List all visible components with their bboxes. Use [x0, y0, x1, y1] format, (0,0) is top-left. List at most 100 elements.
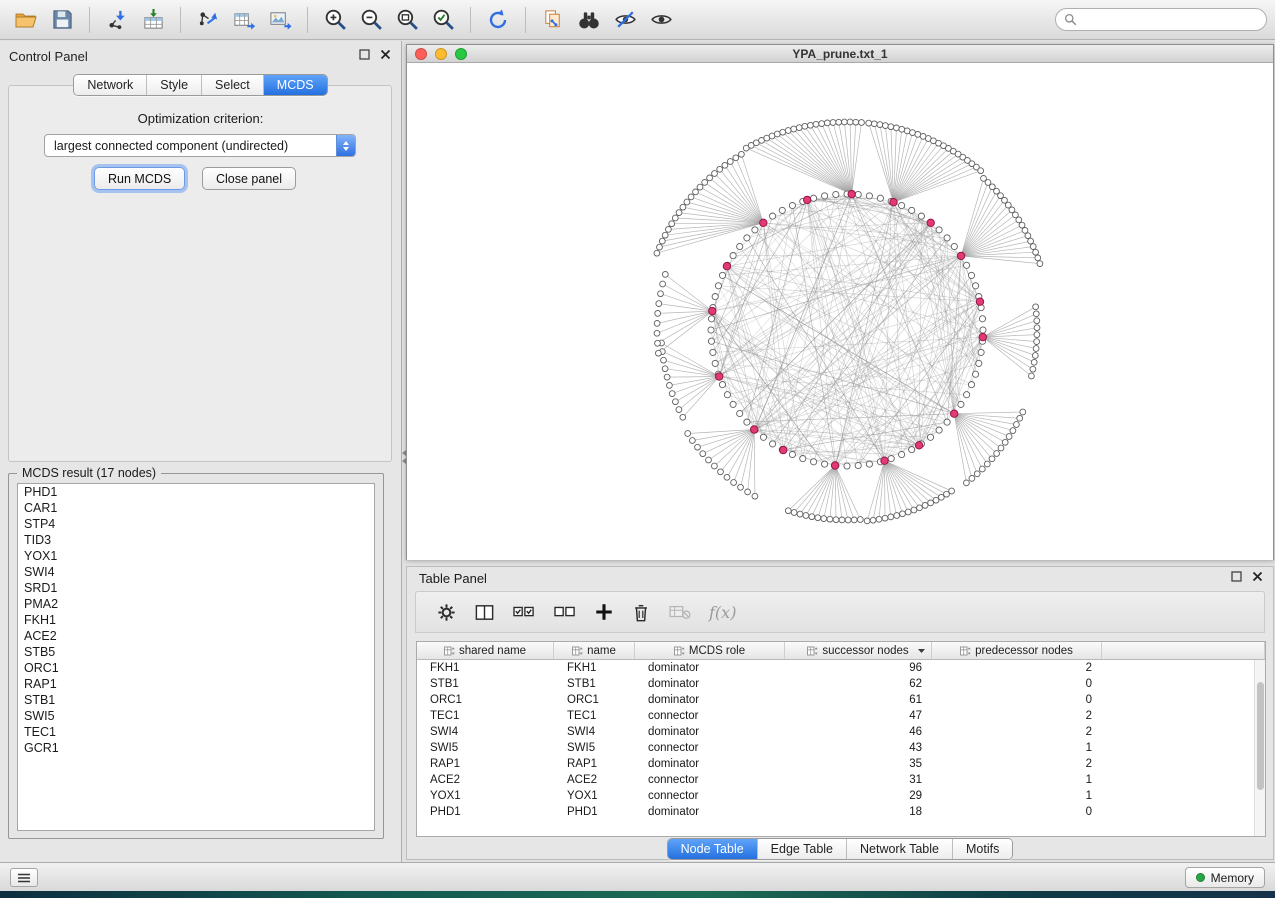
show-all-button[interactable] [643, 4, 679, 36]
list-item[interactable]: ORC1 [18, 660, 374, 676]
zoom-selected-button[interactable] [425, 4, 461, 36]
tab-network-table[interactable]: Network Table [846, 839, 952, 859]
tab-select[interactable]: Select [201, 75, 263, 95]
table-row[interactable]: RAP1RAP1dominator352 [417, 756, 1265, 772]
table-row[interactable]: SWI4SWI4dominator462 [417, 724, 1265, 740]
tab-mcds[interactable]: MCDS [263, 75, 327, 95]
hide-selected-button[interactable] [607, 4, 643, 36]
list-item[interactable]: CAR1 [18, 500, 374, 516]
list-item[interactable]: TEC1 [18, 724, 374, 740]
table-cell: 2 [932, 756, 1102, 772]
find-button[interactable] [571, 4, 607, 36]
list-item[interactable]: SWI5 [18, 708, 374, 724]
table-row[interactable]: ACE2ACE2connector311 [417, 772, 1265, 788]
list-item[interactable]: PMA2 [18, 596, 374, 612]
table-row[interactable]: SWI5SWI5connector431 [417, 740, 1265, 756]
table-cell: SWI5 [417, 740, 554, 756]
list-item[interactable]: STB5 [18, 644, 374, 660]
node-table: shared namenameMCDS rolesuccessor nodesp… [416, 641, 1266, 837]
show-columns-icon[interactable] [474, 602, 495, 623]
zoom-fit-button[interactable] [389, 4, 425, 36]
column-header-name[interactable]: name [554, 642, 635, 659]
list-item[interactable]: RAP1 [18, 676, 374, 692]
criterion-dropdown[interactable]: largest connected component (undirected) [44, 134, 356, 157]
column-sort-icon [444, 645, 455, 657]
list-item[interactable]: STB1 [18, 692, 374, 708]
status-menu-button[interactable] [10, 868, 38, 887]
create-column-plus-icon[interactable] [594, 602, 614, 622]
list-item[interactable]: STP4 [18, 516, 374, 532]
open-folder-icon [14, 8, 38, 32]
float-panel-icon[interactable] [1231, 571, 1242, 582]
window-close-icon[interactable] [415, 48, 427, 60]
tab-edge-table[interactable]: Edge Table [757, 839, 846, 859]
criterion-dropdown-value: largest connected component (undirected) [45, 139, 336, 153]
table-row[interactable]: ORC1ORC1dominator610 [417, 692, 1265, 708]
table-row[interactable]: PHD1PHD1dominator180 [417, 804, 1265, 820]
list-item[interactable]: FKH1 [18, 612, 374, 628]
zoom-in-button[interactable] [317, 4, 353, 36]
list-item[interactable]: YOX1 [18, 548, 374, 564]
list-item[interactable]: SWI4 [18, 564, 374, 580]
refresh-button[interactable] [480, 4, 516, 36]
delete-column-trash-icon[interactable] [631, 602, 651, 623]
zoom-out-button[interactable] [353, 4, 389, 36]
list-item[interactable]: SRD1 [18, 580, 374, 596]
table-cell: 31 [785, 772, 932, 788]
column-header-shared-name[interactable]: shared name [417, 642, 554, 659]
binoculars-icon [576, 7, 602, 33]
table-cell: 61 [785, 692, 932, 708]
table-options-gear-icon[interactable] [436, 602, 457, 623]
column-sort-icon [960, 645, 971, 657]
table-row[interactable]: YOX1YOX1connector291 [417, 788, 1265, 804]
column-header-predecessor-nodes[interactable]: predecessor nodes [932, 642, 1102, 659]
table-row[interactable]: FKH1FKH1dominator962 [417, 660, 1265, 676]
search-field[interactable] [1055, 8, 1267, 31]
save-session-button[interactable] [44, 4, 80, 36]
tab-style[interactable]: Style [146, 75, 201, 95]
export-network-button[interactable] [190, 4, 226, 36]
node-table-header: shared namenameMCDS rolesuccessor nodesp… [417, 642, 1265, 660]
network-graph-svg[interactable] [407, 64, 1273, 560]
eye-slash-icon [613, 7, 638, 32]
open-session-button[interactable] [8, 4, 44, 36]
network-view-window: YPA_prune.txt_1 [406, 44, 1274, 560]
mcds-result-list[interactable]: PHD1CAR1STP4TID3YOX1SWI4SRD1PMA2FKH1ACE2… [17, 483, 375, 831]
export-image-button[interactable] [262, 4, 298, 36]
table-scrollbar[interactable] [1254, 660, 1265, 836]
table-cell: dominator [635, 676, 785, 692]
close-panel-button[interactable]: Close panel [202, 167, 296, 190]
run-mcds-button[interactable]: Run MCDS [94, 167, 185, 190]
close-panel-icon[interactable] [1252, 571, 1263, 582]
window-maximize-icon[interactable] [455, 48, 467, 60]
clone-network-button[interactable] [535, 4, 571, 36]
select-all-columns-icon[interactable] [512, 602, 536, 622]
float-panel-icon[interactable] [359, 49, 370, 60]
memory-button[interactable]: Memory [1185, 867, 1265, 888]
table-row[interactable]: STB1STB1dominator620 [417, 676, 1265, 692]
tab-network[interactable]: Network [74, 75, 146, 95]
column-header-MCDS-role[interactable]: MCDS role [635, 642, 785, 659]
import-network-button[interactable] [99, 4, 135, 36]
window-minimize-icon[interactable] [435, 48, 447, 60]
network-canvas[interactable] [407, 64, 1273, 560]
column-header-filler [1102, 642, 1265, 659]
search-input[interactable] [1082, 13, 1258, 27]
close-panel-icon[interactable] [380, 49, 391, 60]
table-scrollbar-thumb[interactable] [1257, 682, 1264, 790]
export-network-icon [197, 8, 220, 31]
list-item[interactable]: ACE2 [18, 628, 374, 644]
column-header-successor-nodes[interactable]: successor nodes [785, 642, 932, 659]
tab-node-table[interactable]: Node Table [668, 839, 757, 859]
table-panel-title: Table Panel [419, 571, 487, 586]
list-item[interactable]: PHD1 [18, 484, 374, 500]
chevron-down-icon[interactable] [917, 648, 926, 654]
import-table-button[interactable] [135, 4, 171, 36]
unselect-all-columns-icon[interactable] [553, 602, 577, 622]
table-row[interactable]: TEC1TEC1connector472 [417, 708, 1265, 724]
list-item[interactable]: GCR1 [18, 740, 374, 756]
export-table-button[interactable] [226, 4, 262, 36]
network-window-titlebar[interactable]: YPA_prune.txt_1 [407, 45, 1273, 63]
list-item[interactable]: TID3 [18, 532, 374, 548]
tab-motifs[interactable]: Motifs [952, 839, 1012, 859]
